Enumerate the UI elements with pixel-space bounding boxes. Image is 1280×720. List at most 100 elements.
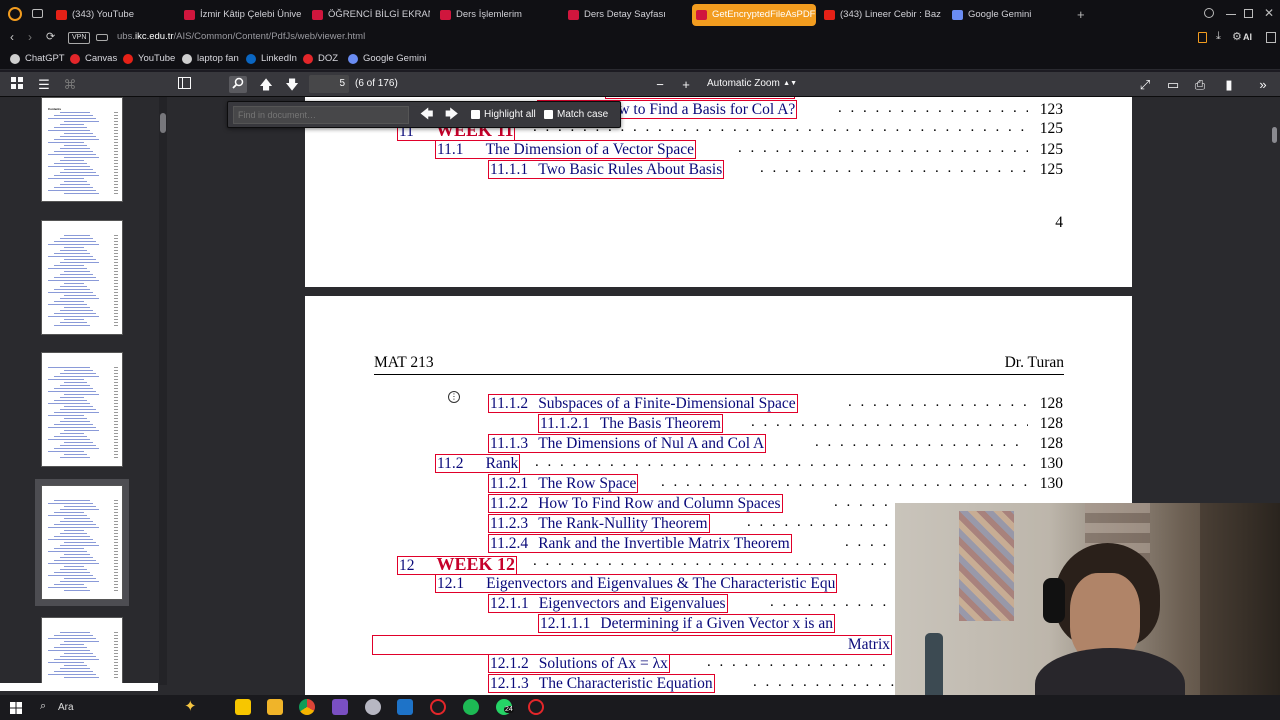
toc-entry[interactable]: Matrix (372, 635, 892, 655)
close-window-icon[interactable]: ✕ (1264, 6, 1274, 20)
vpn-badge[interactable]: VPN (68, 32, 91, 44)
easy-setup-icon[interactable]: ⚙ (1232, 30, 1242, 43)
bookmark-item[interactable]: Google Gemini (348, 52, 426, 66)
toc-entry[interactable]: 11.1.3 The Dimensions of Nul A and Col A (488, 434, 767, 453)
find-previous-icon[interactable]: 🡄 (420, 105, 433, 127)
azure-icon[interactable] (397, 699, 413, 715)
aria-ai-button[interactable]: AI (1243, 32, 1252, 42)
app-icon[interactable] (365, 699, 381, 715)
open-file-icon[interactable]: ▭ (1164, 76, 1182, 93)
windows-start-icon[interactable] (10, 701, 22, 714)
toc-link-box[interactable]: Matrix (372, 635, 892, 655)
highlight-all-checkbox[interactable] (471, 110, 480, 119)
toc-entry[interactable]: 12.1 Eigenvectors and Eigenvalues & The C… (435, 574, 838, 593)
toc-entry[interactable]: 12.1.1.1 Determining if a Given Vector x … (538, 614, 835, 633)
taskbar-search[interactable]: ⌕ Ara (32, 698, 172, 717)
toc-entry[interactable]: 11.1 The Dimension of a Vector Space (435, 140, 697, 159)
toc-link-box[interactable]: 12 WEEK 12 (397, 554, 518, 575)
opera-logo-icon[interactable] (8, 7, 22, 21)
outline-view-icon[interactable]: ☰ (35, 76, 53, 93)
zoom-select[interactable]: Automatic Zoom ▲▼ (703, 75, 801, 93)
attachments-icon[interactable]: ⌘ (61, 76, 79, 93)
file-explorer-icon[interactable] (267, 699, 283, 715)
bookmark-item[interactable]: DOZ (303, 52, 338, 66)
toc-entry[interactable]: 11.1.2 Subspaces of a Finite-Dimensional … (488, 394, 798, 413)
sidebar-hscroll[interactable] (0, 683, 158, 691)
bookmark-item[interactable]: laptop fan (182, 52, 239, 66)
toc-link-box[interactable]: 11.1.2.1 The Basis Theorem (538, 414, 723, 433)
print-icon[interactable]: ⎙ (1191, 76, 1209, 93)
thumbnail-page-4[interactable] (41, 220, 123, 335)
back-icon[interactable]: ‹ (10, 30, 14, 44)
toc-entry[interactable]: 11.1.2.1 The Basis Theorem (538, 414, 723, 433)
tools-icon[interactable]: » (1254, 76, 1272, 93)
next-page-icon[interactable]: 🡇 (283, 76, 301, 93)
toc-link-box[interactable]: 11.1 The Dimension of a Vector Space (435, 140, 697, 159)
bookmark-item[interactable]: Canvas (70, 52, 117, 66)
record-icon[interactable] (528, 699, 544, 715)
browser-tab[interactable]: GetEncryptedFileAsPDF (692, 4, 816, 26)
browser-tab[interactable]: Google Gemini (948, 4, 1070, 26)
toc-entry[interactable]: 11.2.4 Rank and the Invertible Matrix The… (488, 534, 792, 553)
thumbnail-page-3[interactable]: Contents (41, 97, 123, 202)
tab-overview-icon[interactable] (32, 9, 43, 18)
toc-link-box[interactable]: 12.1.3 The Characteristic Equation (488, 674, 715, 693)
bookmark-item[interactable]: ChatGPT (10, 52, 65, 66)
toc-link-box[interactable]: 11.1.3 The Dimensions of Nul A and Col A (488, 434, 767, 453)
sidebar-toggle-icon[interactable] (1266, 32, 1276, 43)
zoom-in-icon[interactable]: + (677, 76, 695, 93)
restore-icon[interactable] (1244, 9, 1253, 18)
chrome-icon[interactable] (299, 699, 315, 715)
toc-link-box[interactable]: 11.2.4 Rank and the Invertible Matrix The… (488, 534, 792, 553)
search-tabs-icon[interactable] (1204, 8, 1214, 18)
presentation-mode-icon[interactable]: ⤢ (1136, 76, 1154, 93)
sidebar-scrollbar[interactable] (159, 97, 167, 685)
forward-icon[interactable]: › (28, 30, 32, 44)
toc-entry[interactable]: 11.2.1 The Row Space (488, 474, 639, 493)
toc-link-box[interactable]: 11.1.2 Subspaces of a Finite-Dimensional … (488, 394, 798, 413)
toc-link-box[interactable]: 12.1 Eigenvectors and Eigenvalues & The C… (435, 574, 838, 593)
toc-entry[interactable]: 12.1.3 The Characteristic Equation (488, 674, 715, 693)
new-tab-button[interactable]: + (1077, 7, 1085, 22)
toc-link-box[interactable]: 12.1.1 Eigenvectors and Eigenvalues (488, 594, 728, 613)
match-case-checkbox[interactable] (544, 110, 553, 119)
thumbnail-page-6[interactable] (35, 479, 129, 606)
site-info-icon[interactable] (96, 34, 108, 41)
toc-link-box[interactable]: 12.1.2 Solutions of Ax = λx (488, 654, 670, 673)
toc-link-box[interactable]: 11.2.2 How To Find Row and Column Spaces (488, 494, 783, 513)
reload-icon[interactable]: ⟳ (46, 30, 55, 43)
url-field[interactable]: ubs.ikc.edu.tr/AIS/Common/Content/PdfJs/… (117, 31, 365, 42)
find-input[interactable] (233, 106, 409, 124)
download-icon[interactable]: ⤓ (1216, 30, 1221, 43)
toggle-sidebar-icon[interactable] (175, 76, 193, 93)
browser-tab[interactable]: İzmir Kâtip Çelebi Ünivers (180, 4, 302, 26)
toc-link-box[interactable]: ow to Find a Basis for Nul A? (605, 97, 795, 99)
browser-tab[interactable]: Ders Detay Sayfası (564, 4, 686, 26)
copilot-sparkle-icon[interactable]: ✦ (184, 697, 197, 715)
zoom-out-icon[interactable]: − (651, 76, 669, 93)
opera-taskbar-icon[interactable] (430, 699, 446, 715)
bookmark-item[interactable]: LinkedIn (246, 52, 297, 66)
toc-link-box[interactable]: 12.1.1.1 Determining if a Given Vector x … (538, 614, 835, 633)
spotify-icon[interactable] (463, 699, 479, 715)
wallet-icon[interactable] (1198, 32, 1207, 43)
find-next-icon[interactable]: 🡆 (445, 105, 458, 127)
toc-entry[interactable]: 11.2 Rank (435, 454, 521, 473)
toc-entry[interactable]: 12.1.2 Solutions of Ax = λx (488, 654, 670, 673)
browser-tab[interactable]: Ders İşlemlerim (436, 4, 558, 26)
toc-link-box[interactable]: 11.1.1 Two Basic Rules About Basis (488, 160, 725, 179)
whatsapp-icon[interactable]: 24 (496, 699, 514, 715)
visual-studio-icon[interactable] (332, 699, 348, 715)
browser-tab[interactable]: (343) YouTube (52, 4, 174, 26)
browser-tab[interactable]: (343) Lineer Cebir : Baz ( (820, 4, 942, 26)
toc-entry[interactable]: 11.1.1 Two Basic Rules About Basis (488, 160, 725, 179)
toc-entry[interactable]: 12 WEEK 12 (397, 554, 518, 575)
thumbnail-page-5[interactable] (41, 352, 123, 467)
sticky-notes-icon[interactable] (235, 699, 251, 715)
toc-link-box[interactable]: 11.2.3 The Rank-Nullity Theorem (488, 514, 710, 533)
bookmark-item[interactable]: YouTube (123, 52, 175, 66)
thumbnail-page-7[interactable] (41, 617, 123, 687)
toc-entry[interactable]: 12.1.1 Eigenvectors and Eigenvalues (488, 594, 728, 613)
grid-view-icon[interactable] (8, 76, 26, 93)
minimize-icon[interactable] (1226, 14, 1236, 15)
